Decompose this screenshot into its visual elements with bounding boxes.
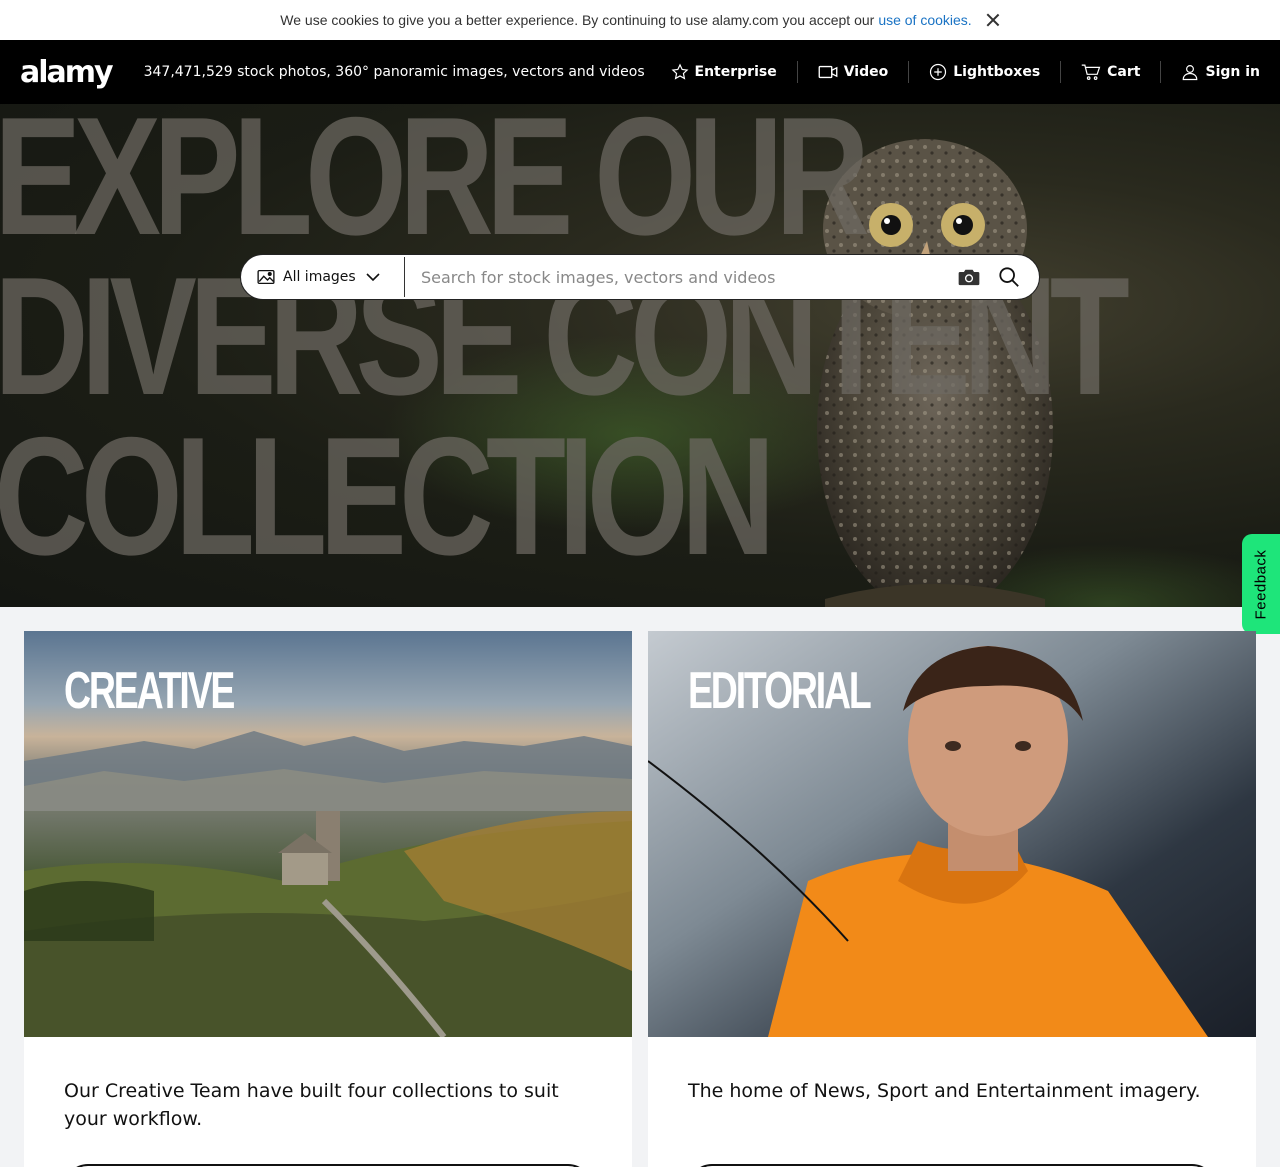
nav-cart[interactable]: Cart — [1060, 61, 1160, 83]
cart-icon — [1081, 64, 1101, 80]
chevron-down-icon — [366, 272, 380, 281]
tagline: 347,471,529 stock photos, 360° panoramic… — [143, 64, 645, 80]
creative-description: Our Creative Team have built four collec… — [64, 1080, 559, 1130]
nav-video[interactable]: Video — [796, 61, 909, 83]
cookie-banner: We use cookies to give you a better expe… — [0, 0, 1280, 40]
cookie-policy-link[interactable]: use of cookies. — [878, 12, 971, 28]
editorial-label: EDITORIAL — [688, 662, 872, 720]
nav-enterprise[interactable]: Enterprise — [651, 61, 797, 83]
nav-sign-in-label: Sign in — [1205, 64, 1260, 80]
hero-headline-line: EXPLORE OUR — [0, 104, 870, 270]
user-icon — [1183, 65, 1198, 81]
cookie-message: We use cookies to give you a better expe… — [280, 12, 875, 28]
editorial-description: The home of News, Sport and Entertainmen… — [688, 1080, 1201, 1102]
nav-enterprise-label: Enterprise — [694, 64, 777, 80]
editorial-card[interactable]: EDITORIAL The home of News, Sport and En… — [648, 631, 1256, 1167]
nav-lightboxes-label: Lightboxes — [953, 64, 1041, 80]
hero-headline-line: COLLECTION — [0, 402, 775, 590]
search-input[interactable] — [405, 257, 949, 297]
close-icon[interactable] — [986, 13, 1000, 27]
star-icon — [671, 63, 689, 80]
nav-video-label: Video — [843, 64, 889, 80]
video-icon — [818, 65, 838, 79]
camera-icon — [958, 269, 980, 286]
main-nav: Enterprise Video Lightboxes Cart Sign in — [651, 40, 1260, 104]
nav-lightboxes[interactable]: Lightboxes — [908, 61, 1060, 83]
alamy-logo[interactable]: alamy — [20, 55, 114, 90]
feedback-tab[interactable]: Feedback — [1242, 534, 1280, 634]
search-bar: All images — [240, 254, 1040, 300]
search-submit-button[interactable] — [989, 257, 1029, 297]
plus-circle-icon — [930, 63, 947, 81]
nav-cart-label: Cart — [1107, 64, 1141, 80]
nav-sign-in[interactable]: Sign in — [1160, 61, 1260, 83]
search-icon — [999, 267, 1019, 287]
editorial-photo: EDITORIAL — [648, 631, 1256, 1037]
search-type-label: All images — [283, 269, 356, 285]
hillside-church — [24, 811, 632, 1037]
creative-label: CREATIVE — [64, 662, 235, 720]
hero-banner: EXPLORE OUR DIVERSE CONTENT COLLECTION A… — [0, 104, 1280, 607]
feedback-label: Feedback — [1252, 549, 1270, 619]
hero-headline: EXPLORE OUR DIVERSE CONTENT COLLECTION — [0, 104, 1130, 590]
image-icon — [257, 269, 275, 285]
site-header: alamy 347,471,529 stock photos, 360° pan… — [0, 40, 1280, 104]
creative-photo: CREATIVE — [24, 631, 632, 1037]
visual-search-button[interactable] — [949, 257, 989, 297]
creative-card[interactable]: CREATIVE Our Creative Team have built fo… — [24, 631, 632, 1167]
search-type-dropdown[interactable]: All images — [241, 257, 405, 297]
